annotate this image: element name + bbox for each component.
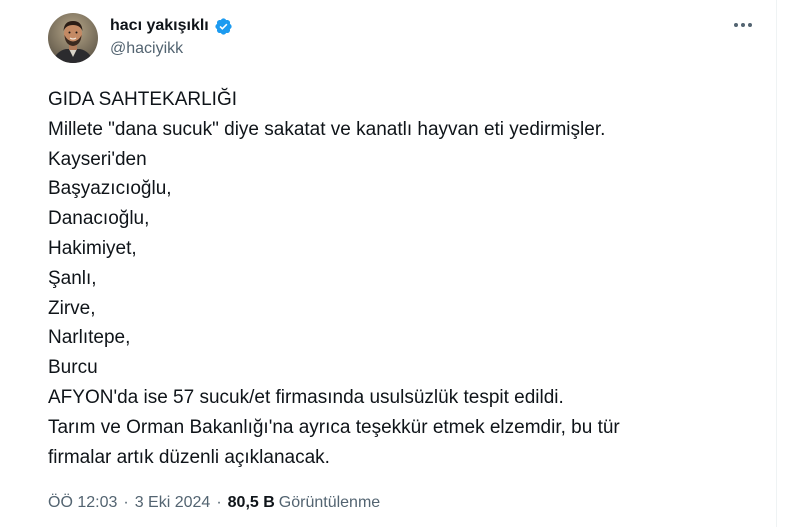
verified-badge-icon[interactable]	[214, 17, 233, 36]
tweet-line: Şanlı,	[48, 267, 97, 289]
avatar[interactable]	[48, 13, 98, 63]
tweet-line: Millete "dana sucuk" diye sakatat ve kan…	[48, 118, 606, 140]
tweet-line: Danacıoğlu,	[48, 208, 150, 230]
tweet-line: Tarım ve Orman Bakanlığı'na ayrıca teşek…	[48, 416, 620, 438]
tweet-line: GIDA SAHTEKARLIĞI	[48, 89, 237, 110]
meta-separator: ·	[123, 494, 129, 511]
tweet-line: Burcu	[48, 357, 98, 379]
tweet-text: GIDA SAHTEKARLIĞI Millete "dana sucuk" d…	[48, 85, 748, 472]
tweet-line: firmalar artık düzenli açıklanacak.	[48, 446, 330, 468]
tweet-line: Narlıtepe,	[48, 327, 131, 349]
more-options-button[interactable]	[728, 14, 758, 36]
tweet-line: AFYON'da ise 57 sucuk/et firmasında usul…	[48, 386, 564, 408]
author-handle[interactable]: @haciyikk	[110, 40, 183, 58]
tweet-meta: ÖÖ 12:03 · 3 Eki 2024 · 80,5 B Görüntüle…	[48, 492, 380, 514]
tweet-line: Hakimiyet,	[48, 237, 137, 259]
views-count: 80,5 B	[227, 494, 275, 511]
tweet-line: Başyazıcıoğlu,	[48, 178, 172, 200]
post-date[interactable]: 3 Eki 2024	[135, 494, 211, 512]
tweet-card: hacı yakışıklı @haciyikk GIDA SAHTEKARLI…	[0, 0, 777, 527]
meta-separator: ·	[216, 494, 222, 511]
tweet-line: Kayseri'den	[48, 148, 147, 170]
more-options-icon	[734, 23, 752, 27]
views-label: Görüntülenme	[278, 494, 381, 511]
avatar-image	[48, 13, 98, 63]
author-display-name[interactable]: hacı yakışıklı	[110, 17, 209, 35]
tweet-line: Zirve,	[48, 297, 96, 319]
author-name-row[interactable]: hacı yakışıklı	[110, 15, 233, 37]
post-time[interactable]: ÖÖ 12:03	[48, 494, 117, 512]
